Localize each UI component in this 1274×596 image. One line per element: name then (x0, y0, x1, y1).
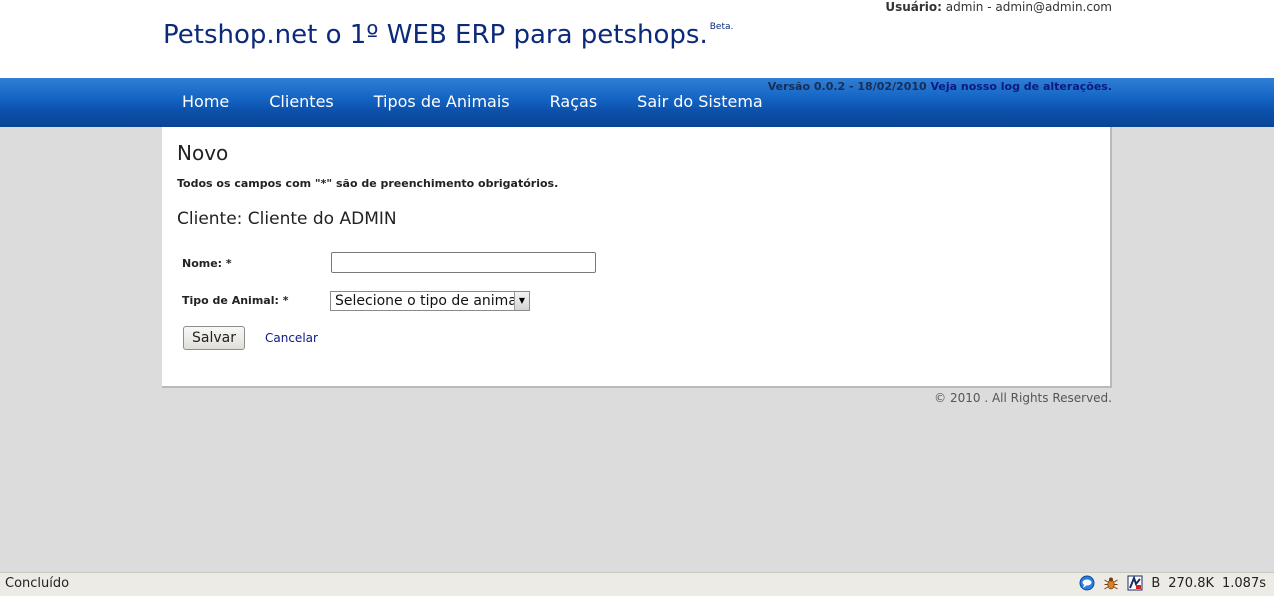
status-bar: Concluído B 270.8K 1.087s (0, 572, 1274, 596)
page-size: 270.8K (1168, 575, 1214, 591)
client-heading: Cliente: Cliente do ADMIN (177, 209, 397, 229)
user-label: Usuário: (885, 0, 942, 14)
firebug-bug-icon[interactable] (1103, 575, 1119, 591)
nav-item-racas[interactable]: Raças (530, 78, 618, 127)
beta-badge: Beta. (709, 22, 734, 32)
nome-label: Nome: * (182, 257, 232, 270)
version-info: Versão 0.0.2 - 18/02/2010 Veja nosso log… (768, 80, 1112, 93)
nome-input[interactable] (331, 252, 596, 273)
dropdown-arrow-icon[interactable]: ▼ (514, 292, 529, 310)
header: Usuário: admin - admin@admin.com Petshop… (0, 0, 1274, 78)
copyright: © 2010 . All Rights Reserved. (934, 391, 1112, 405)
page-title: Novo (177, 141, 229, 165)
changelog-link[interactable]: Veja nosso log de alterações. (931, 80, 1112, 93)
nav-item-tipos-de-animais[interactable]: Tipos de Animais (354, 78, 530, 127)
status-text: Concluído (5, 576, 70, 591)
nav-item-sair[interactable]: Sair do Sistema (617, 78, 783, 127)
user-info: Usuário: admin - admin@admin.com (885, 0, 1112, 14)
tipo-animal-select[interactable]: Selecione o tipo de animal. ▼ (330, 291, 530, 311)
cancel-link[interactable]: Cancelar (265, 331, 318, 345)
save-button[interactable]: Salvar (183, 326, 245, 350)
page: Usuário: admin - admin@admin.com Petshop… (0, 0, 1274, 596)
nav-item-home[interactable]: Home (162, 78, 249, 127)
load-time: 1.087s (1222, 575, 1266, 591)
site-title-text: Petshop.net o 1º WEB ERP para petshops. (163, 20, 708, 50)
required-note: Todos os campos com "*" são de preenchim… (177, 177, 559, 190)
tipo-animal-label: Tipo de Animal: * (182, 294, 289, 307)
status-bar-right: B 270.8K 1.087s (1079, 575, 1266, 591)
tipo-animal-selected: Selecione o tipo de animal. (335, 293, 526, 309)
yslow-icon[interactable] (1127, 575, 1143, 591)
version-text: Versão 0.0.2 - 18/02/2010 (767, 80, 927, 93)
b-indicator[interactable]: B (1151, 576, 1160, 591)
site-title: Petshop.net o 1º WEB ERP para petshops. B… (163, 20, 733, 50)
chat-bubble-icon[interactable] (1079, 575, 1095, 591)
nav-menu: Home Clientes Tipos de Animais Raças Sai… (162, 78, 783, 127)
navbar: Home Clientes Tipos de Animais Raças Sai… (0, 78, 1274, 127)
form-panel: Novo Todos os campos com "*" são de pree… (162, 127, 1112, 388)
user-value: admin - admin@admin.com (945, 0, 1112, 14)
nav-item-clientes[interactable]: Clientes (249, 78, 354, 127)
